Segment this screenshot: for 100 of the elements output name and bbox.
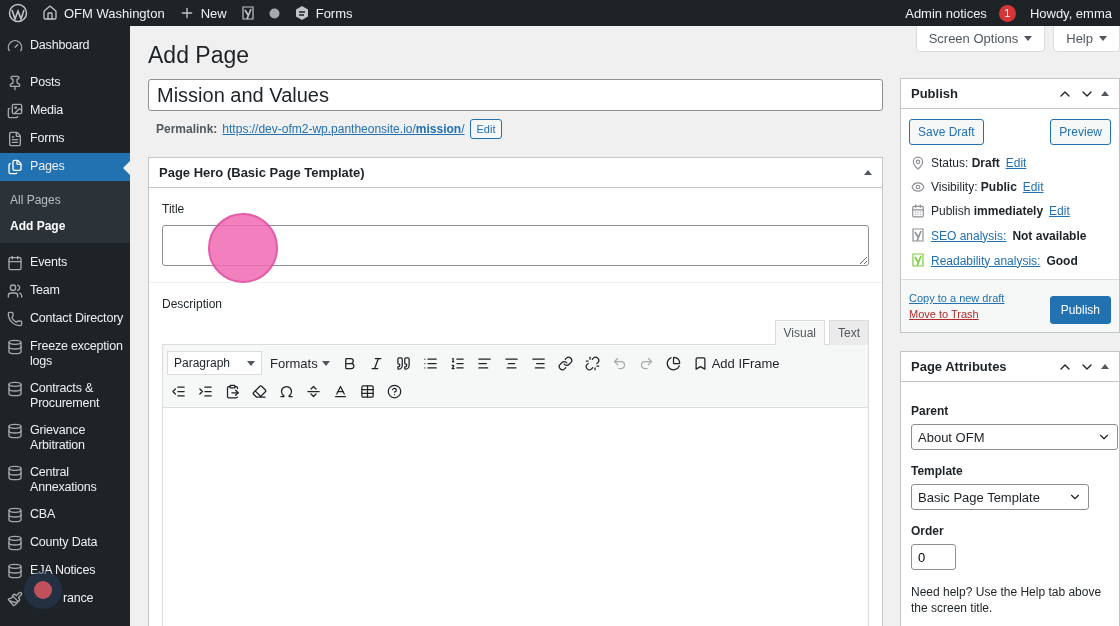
- unlink-icon[interactable]: [584, 355, 600, 371]
- link-icon[interactable]: [557, 355, 573, 371]
- database-icon: [7, 381, 23, 397]
- sidebar-item[interactable]: Forms: [0, 125, 130, 153]
- help-icon[interactable]: [387, 383, 402, 399]
- sidebar-item[interactable]: Team: [0, 277, 130, 305]
- align-left-icon[interactable]: [476, 355, 492, 371]
- sidebar-item[interactable]: Contracts & Procurement: [0, 375, 130, 417]
- field-label: Title: [162, 202, 186, 216]
- permalink-link[interactable]: https://dev-ofm2-wp.pantheonsite.io/mission/: [222, 122, 465, 136]
- publish-setting: Visibility: Public: [931, 180, 1017, 194]
- field-label: Description: [162, 297, 224, 311]
- sidebar-item[interactable]: Posts: [0, 69, 130, 97]
- form-icon: [7, 131, 23, 147]
- calendar-icon: [7, 255, 23, 271]
- editor-tab[interactable]: Visual: [774, 320, 825, 345]
- header-tab-button[interactable]: Help: [1053, 26, 1120, 52]
- submenu-item[interactable]: Add Page: [0, 213, 130, 239]
- publish-button[interactable]: Publish: [1049, 296, 1111, 324]
- sidebar-item[interactable]: rance: [0, 585, 130, 613]
- formats-dropdown[interactable]: Formats: [266, 353, 334, 373]
- sidebar-item[interactable]: EJA Notices: [0, 557, 130, 585]
- analysis-result: Not available: [1012, 228, 1087, 243]
- sidebar-item[interactable]: Media: [0, 97, 130, 125]
- header-tab-button[interactable]: Screen Options: [915, 26, 1046, 52]
- collapse-icon[interactable]: [864, 170, 872, 175]
- edit-link[interactable]: Edit: [1005, 156, 1027, 170]
- outdent-icon[interactable]: [171, 383, 186, 399]
- permalink-label: Permalink:: [156, 122, 218, 136]
- parent-select[interactable]: About OFM: [911, 424, 1118, 450]
- preview-button[interactable]: Preview: [1050, 119, 1111, 145]
- publish-setting: Publish immediately: [931, 204, 1044, 218]
- database-icon: [7, 535, 23, 551]
- sidebar-item[interactable]: County Data: [0, 529, 130, 557]
- editor-tab[interactable]: Text: [829, 320, 869, 345]
- status-dot-icon: [268, 7, 280, 19]
- submenu-item[interactable]: All Pages: [0, 187, 130, 213]
- logo-icon[interactable]: [8, 3, 28, 23]
- title-field[interactable]: Mission and Values: [148, 79, 883, 111]
- sidebar-item[interactable]: Grievance Arbitration: [0, 417, 130, 459]
- sidebar-item[interactable]: Events: [0, 249, 130, 277]
- collapse-icon[interactable]: [1101, 91, 1109, 96]
- edit-permalink-button[interactable]: Edit: [469, 119, 503, 139]
- save-draft-button[interactable]: Save Draft: [909, 119, 984, 145]
- pages-icon: [7, 159, 23, 175]
- order-field[interactable]: 0: [911, 544, 956, 570]
- team-icon: [7, 283, 23, 299]
- yoast-icon: [911, 253, 925, 268]
- field-label: Template: [911, 464, 964, 478]
- italic-icon[interactable]: [368, 355, 384, 371]
- help-text: Need help? Use the Help tab above the screen title.: [911, 584, 1103, 616]
- analysis-link[interactable]: SEO analysis:: [931, 228, 1007, 243]
- quote-icon[interactable]: [395, 355, 411, 371]
- copy-draft-link[interactable]: Copy to a new draft: [909, 292, 1005, 304]
- paste-icon[interactable]: [225, 383, 240, 399]
- yoast-icon: [240, 5, 255, 21]
- eraser-icon[interactable]: [252, 383, 267, 399]
- text-color-icon[interactable]: [333, 383, 348, 399]
- panel-title: Publish: [911, 86, 958, 101]
- calendar-icon: [911, 204, 925, 218]
- analysis-link[interactable]: Readability analysis:: [931, 253, 1041, 268]
- sidebar-item[interactable]: Freeze exception logs: [0, 333, 130, 375]
- yoast-icon: [911, 228, 925, 243]
- table-icon[interactable]: [360, 383, 375, 399]
- edit-link[interactable]: Edit: [1022, 180, 1044, 194]
- account-link[interactable]: Howdy, emma: [1029, 5, 1112, 21]
- indent-icon[interactable]: [198, 383, 213, 399]
- trash-link[interactable]: Move to Trash: [909, 308, 1005, 320]
- media-icon: [7, 103, 23, 119]
- publish-setting: Status: Draft: [931, 156, 1000, 170]
- sidebar-item[interactable]: CBA: [0, 501, 130, 529]
- numbered-list-icon[interactable]: [449, 355, 465, 371]
- align-center-icon[interactable]: [503, 355, 519, 371]
- page-heading: Add Page: [148, 41, 251, 70]
- chart-icon[interactable]: [665, 355, 681, 371]
- sidebar-item[interactable]: Contact Directory: [0, 305, 130, 333]
- block-format-select[interactable]: Paragraph: [167, 351, 262, 375]
- new-link[interactable]: New: [200, 5, 227, 21]
- omega-icon[interactable]: [279, 383, 294, 399]
- separator-icon[interactable]: [306, 383, 321, 399]
- hero-title-field[interactable]: [162, 225, 869, 266]
- forms-link[interactable]: Forms: [315, 5, 353, 21]
- sidebar-item[interactable]: Pages: [0, 153, 130, 181]
- database-icon: [7, 563, 23, 579]
- forms-icon[interactable]: [293, 5, 310, 21]
- admin-notices-link[interactable]: Admin notices: [905, 5, 987, 21]
- database-icon: [7, 507, 23, 523]
- add-iframe-button[interactable]: Add IFrame: [688, 353, 784, 373]
- template-select[interactable]: Basic Page Template: [911, 484, 1089, 510]
- collapse-icon[interactable]: [1101, 364, 1109, 369]
- edit-link[interactable]: Edit: [1049, 204, 1070, 218]
- bullet-list-icon[interactable]: [422, 355, 438, 371]
- sidebar-item[interactable]: Dashboard: [0, 32, 130, 60]
- site-link[interactable]: OFM Washington: [64, 5, 165, 21]
- pin-icon: [911, 156, 925, 170]
- home-icon[interactable]: [42, 5, 58, 21]
- align-right-icon[interactable]: [530, 355, 546, 371]
- database-icon: [7, 339, 23, 355]
- sidebar-item[interactable]: Central Annexations: [0, 459, 130, 501]
- analysis-result: Good: [1046, 253, 1078, 268]
